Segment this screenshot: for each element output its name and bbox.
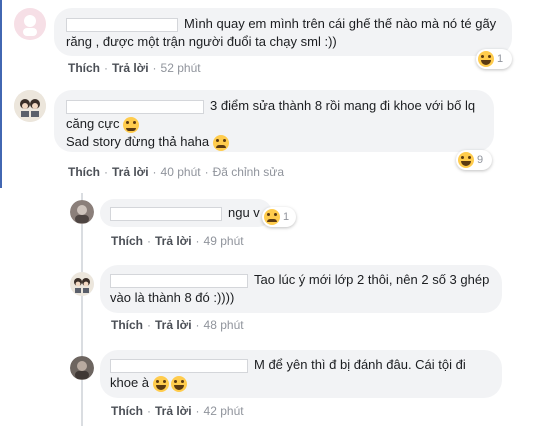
comment-actions: Thích · Trả lời · 52 phút [68,61,201,75]
reply-actions: Thích · Trả lời · 42 phút [111,404,244,418]
like-link[interactable]: Thích [68,165,100,179]
haha-emoji-icon [458,152,474,168]
reply-link[interactable]: Trả lời [155,318,192,332]
reaction-summary[interactable]: 9 [456,150,492,170]
like-link[interactable]: Thích [111,404,143,418]
author-name[interactable] [66,17,178,32]
reply-text: ngu v [228,205,260,220]
like-link[interactable]: Thích [68,61,100,75]
timestamp[interactable]: 49 phút [204,234,244,248]
avatar[interactable] [70,272,94,296]
author-name[interactable] [110,358,248,373]
author-name[interactable] [110,206,222,221]
comment-bubble: 3 điểm sửa thành 8 rồi mang đi khoe với … [54,90,494,152]
comment-line: 3 điểm sửa thành 8 rồi mang đi khoe với … [66,97,482,133]
author-name[interactable] [110,273,248,288]
comment-text: Sad story đừng thả haha [66,134,210,149]
comment-line: Sad story đừng thả haha [66,133,482,151]
reaction-summary[interactable]: 1 [476,49,512,69]
avatar[interactable] [14,8,46,40]
reaction-count: 1 [283,211,290,223]
thread-accent-line [0,0,2,188]
reply-link[interactable]: Trả lời [155,234,192,248]
haha-emoji-icon [152,375,169,392]
timestamp[interactable]: 42 phút [204,404,244,418]
like-link[interactable]: Thích [111,318,143,332]
timestamp[interactable]: 48 phút [204,318,244,332]
reply-link[interactable]: Trả lời [155,404,192,418]
reply-actions: Thích · Trả lời · 48 phút [111,318,244,332]
reply-bubble: Tao lúc ý mới lớp 2 thôi, nên 2 số 3 ghé… [100,265,502,313]
reaction-count: 1 [497,53,504,65]
smile-emoji-icon [123,116,140,133]
frown-emoji-icon [212,134,229,151]
reply-link[interactable]: Trả lời [112,61,149,75]
timestamp[interactable]: 40 phút [161,165,201,179]
timestamp[interactable]: 52 phút [161,61,201,75]
haha-emoji-icon [478,51,494,67]
reaction-summary[interactable]: 1 [262,207,296,227]
reply-bubble: ngu v [100,199,272,227]
edited-label[interactable]: Đã chỉnh sửa [213,165,284,179]
reply-thread-line [81,193,83,426]
comment-actions: Thích · Trả lời · 40 phút · Đã chỉnh sửa [68,165,284,179]
reaction-count: 9 [477,154,484,166]
avatar[interactable] [70,356,94,380]
sad-tear-emoji-icon [264,209,280,225]
author-name[interactable] [66,99,204,114]
comment-bubble: Mình quay em mình trên cái ghế thế nào m… [54,8,512,56]
haha-emoji-icon [170,375,187,392]
avatar[interactable] [14,90,46,122]
like-link[interactable]: Thích [111,234,143,248]
reply-link[interactable]: Trả lời [112,165,149,179]
avatar[interactable] [70,200,94,224]
reply-actions: Thích · Trả lời · 49 phút [111,234,244,248]
reply-bubble: M để yên thì đ bị đánh đâu. Cái tội đi k… [100,350,502,398]
